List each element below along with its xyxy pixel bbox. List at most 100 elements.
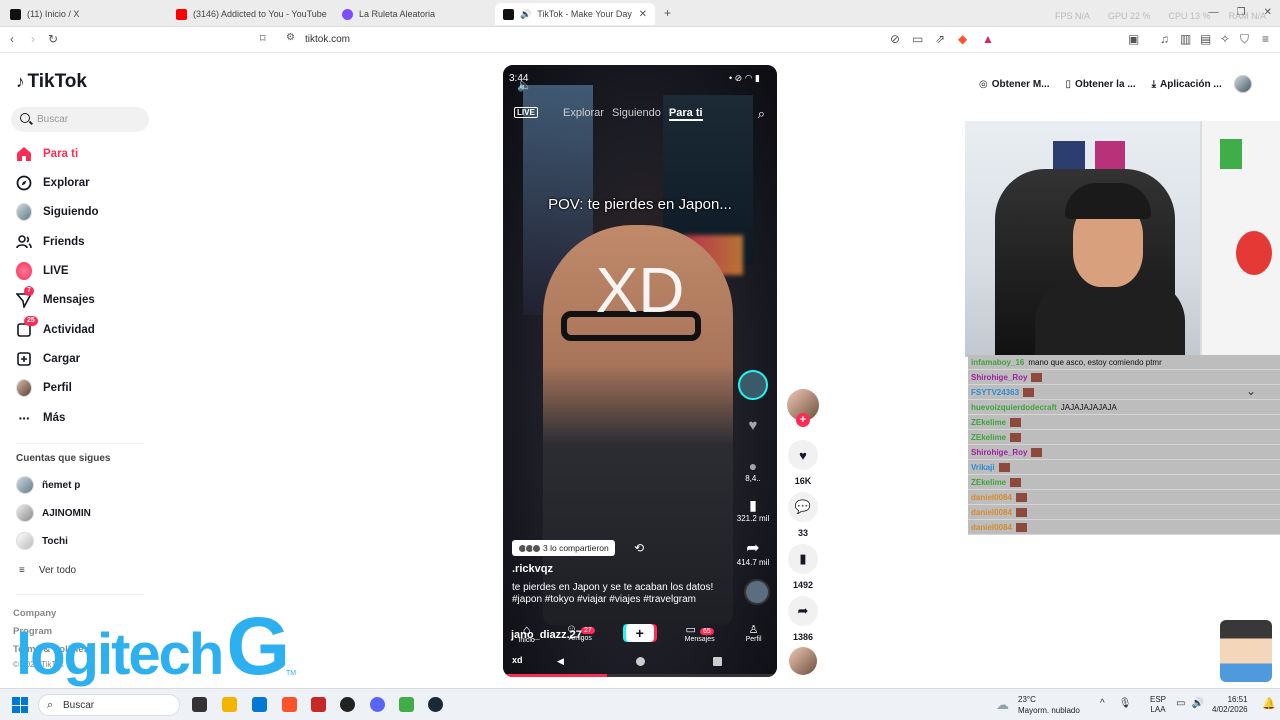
top-right-actions: ◎ Obtener M... ▯ Obtener la ... ⤓ Aplicació… xyxy=(975,75,1252,93)
minimize-icon[interactable]: — xyxy=(1209,7,1219,18)
brave-rewards-icon[interactable]: ▲ xyxy=(982,32,994,46)
panel-icon[interactable]: ▥ xyxy=(1180,32,1191,46)
store-icon[interactable] xyxy=(252,697,267,712)
phone-comment-action[interactable]: ● 8,4.. xyxy=(735,458,771,483)
video-author-handle[interactable]: .rickvqz xyxy=(512,563,553,575)
obs-icon[interactable] xyxy=(340,697,355,712)
repost-icon[interactable]: ⟲ xyxy=(634,541,644,555)
file-explorer-icon[interactable] xyxy=(222,697,237,712)
discord-icon[interactable] xyxy=(370,697,385,712)
brave-shield-icon[interactable]: ◆ xyxy=(958,32,967,46)
search-input[interactable]: Buscar xyxy=(11,107,149,132)
sidebar-item-para-ti[interactable]: Para ti xyxy=(16,144,78,164)
sidebar-item-siguiendo[interactable]: Siguiendo xyxy=(16,202,99,222)
android-back-icon[interactable]: ◀ xyxy=(557,656,564,667)
url-field[interactable]: tiktok.com xyxy=(305,34,350,45)
close-window-icon[interactable]: ✕ xyxy=(1264,7,1272,18)
phone-avatar[interactable] xyxy=(735,370,771,400)
get-app-button[interactable]: ▯ Obtener la ... xyxy=(1062,79,1140,90)
back-icon[interactable]: ‹ xyxy=(10,32,14,46)
sidebar-item-friends[interactable]: Friends xyxy=(16,232,85,252)
bookmark-page-icon[interactable]: ⌑ xyxy=(260,32,266,45)
notification-bell-icon[interactable]: 🔔 xyxy=(1262,697,1276,710)
mic-icon[interactable]: 🎙 xyxy=(1119,698,1132,709)
see-all-link[interactable]: ≡ Ver todo xyxy=(19,565,76,576)
following-item[interactable]: AJINOMIN xyxy=(16,504,91,522)
create-button[interactable]: + xyxy=(625,623,654,642)
desktop-app-button[interactable]: ⤓ Aplicación ... xyxy=(1148,79,1226,90)
following-item[interactable]: ñemet p xyxy=(16,476,80,494)
new-tab-button[interactable]: + xyxy=(664,6,671,20)
sidebar-item-live[interactable]: LIVE xyxy=(16,261,69,281)
sidebar-item-actividad[interactable]: 25 Actividad xyxy=(16,316,95,340)
creator-avatar[interactable]: + xyxy=(786,389,820,427)
comment-action[interactable]: 💬 33 xyxy=(786,492,820,538)
cast-icon[interactable]: ▭ xyxy=(912,32,923,46)
vpn-icon[interactable]: ⛉ xyxy=(1240,32,1249,47)
media-icon[interactable]: ⊘ xyxy=(890,32,900,46)
tab-ruleta[interactable]: La Ruleta Aleatoria xyxy=(334,3,494,25)
phone-search-icon[interactable]: ⌕ xyxy=(758,106,765,122)
phone-icon: ▯ xyxy=(1065,78,1072,90)
chevron-down-icon[interactable]: ⌄ xyxy=(1246,384,1260,398)
start-button[interactable] xyxy=(12,697,28,713)
phone-nav-perfil[interactable]: ♙ Perfil xyxy=(746,623,762,643)
task-view-icon[interactable] xyxy=(192,697,207,712)
sidebar-item-perfil[interactable]: Perfil xyxy=(16,378,72,398)
share-action[interactable]: ➦ 1386 xyxy=(786,596,820,642)
phone-save-action[interactable]: ▮ 321.2 mil xyxy=(735,497,771,523)
leo-ai-icon[interactable]: ✧ xyxy=(1220,32,1230,46)
clock[interactable]: 16:51 4/02/2026 xyxy=(1212,695,1248,715)
phone-like-action[interactable]: ♥ xyxy=(735,417,771,434)
follow-plus-icon[interactable]: + xyxy=(796,413,810,427)
phone-tab-explorar[interactable]: Explorar xyxy=(563,107,604,121)
sidebar-item-mas[interactable]: ··· Más xyxy=(16,408,66,428)
volume-icon[interactable]: 🔊 xyxy=(1191,698,1203,709)
sidebar-item-cargar[interactable]: Cargar xyxy=(16,349,80,369)
like-action[interactable]: ♥ 16K xyxy=(786,440,820,486)
music-disc-icon[interactable] xyxy=(744,579,770,605)
share-page-icon[interactable]: ⇗ xyxy=(935,32,945,46)
wallet-icon[interactable]: ▤ xyxy=(1200,32,1211,46)
tab-x[interactable]: (11) Inicio / X xyxy=(2,3,167,25)
phone-share-action[interactable]: ➦ 414.7 mil xyxy=(735,538,771,567)
monitor-icon[interactable]: ▭ xyxy=(1176,698,1185,709)
app-icon[interactable] xyxy=(311,697,326,712)
phone-tab-siguiendo[interactable]: Siguiendo xyxy=(612,107,661,121)
music-avatar[interactable] xyxy=(786,647,820,675)
language-indicator[interactable]: ESP LAA xyxy=(1150,695,1166,715)
close-tab-icon[interactable]: ✕ xyxy=(639,9,647,20)
sound-icon[interactable]: 🔈 xyxy=(517,78,532,92)
android-recents-icon[interactable] xyxy=(713,657,722,666)
sidebar-toggle-icon[interactable]: ▣ xyxy=(1128,32,1139,46)
shared-badge[interactable]: 3 lo compartieron xyxy=(512,540,615,556)
site-info-icon[interactable]: ⚙ xyxy=(286,32,295,43)
save-action[interactable]: ▮ 1492 xyxy=(786,544,820,590)
upload-icon xyxy=(16,351,32,367)
tab-youtube[interactable]: (3146) Addicted to You - YouTube xyxy=(168,3,333,25)
maximize-icon[interactable]: ❐ xyxy=(1237,7,1246,18)
reload-icon[interactable]: ↻ xyxy=(48,32,58,46)
brave-icon[interactable] xyxy=(282,697,297,712)
phone-nav-mensajes[interactable]: ▭ 65 Mensajes xyxy=(685,623,715,643)
tab-tiktok[interactable]: 🔊 TikTok - Make Your Day ✕ xyxy=(495,3,655,25)
following-item[interactable]: Tochi xyxy=(16,532,68,550)
live-button[interactable]: LIVE xyxy=(514,107,538,118)
menu-icon[interactable]: ≡ xyxy=(1262,32,1269,46)
sidebar-item-explorar[interactable]: Explorar xyxy=(16,173,90,193)
android-home-icon[interactable] xyxy=(636,657,645,666)
video-progress-bar[interactable] xyxy=(503,674,777,677)
music-icon[interactable]: ♫ xyxy=(1160,32,1169,46)
notes-icon[interactable] xyxy=(399,697,414,712)
get-coins-button[interactable]: ◎ Obtener M... xyxy=(975,79,1054,90)
sidebar-item-mensajes[interactable]: 7 Mensajes xyxy=(16,286,95,310)
tiktok-logo[interactable]: ♪ TikTok xyxy=(16,71,87,93)
tray-chevron-icon[interactable]: ^ xyxy=(1100,698,1105,709)
taskbar-search[interactable]: ⌕ Buscar xyxy=(38,694,180,716)
user-avatar[interactable] xyxy=(1233,75,1252,93)
steam-icon[interactable] xyxy=(428,697,443,712)
weather-widget[interactable]: 23°C Mayorm. nublado xyxy=(1018,694,1080,716)
phone-tab-para-ti[interactable]: Para ti xyxy=(668,107,703,121)
video-player[interactable]: 3:44 • ⊘ ◠ ▮ 🔈 LIVE Explorar Siguiendo P… xyxy=(503,65,777,677)
forward-icon[interactable]: › xyxy=(31,32,35,46)
